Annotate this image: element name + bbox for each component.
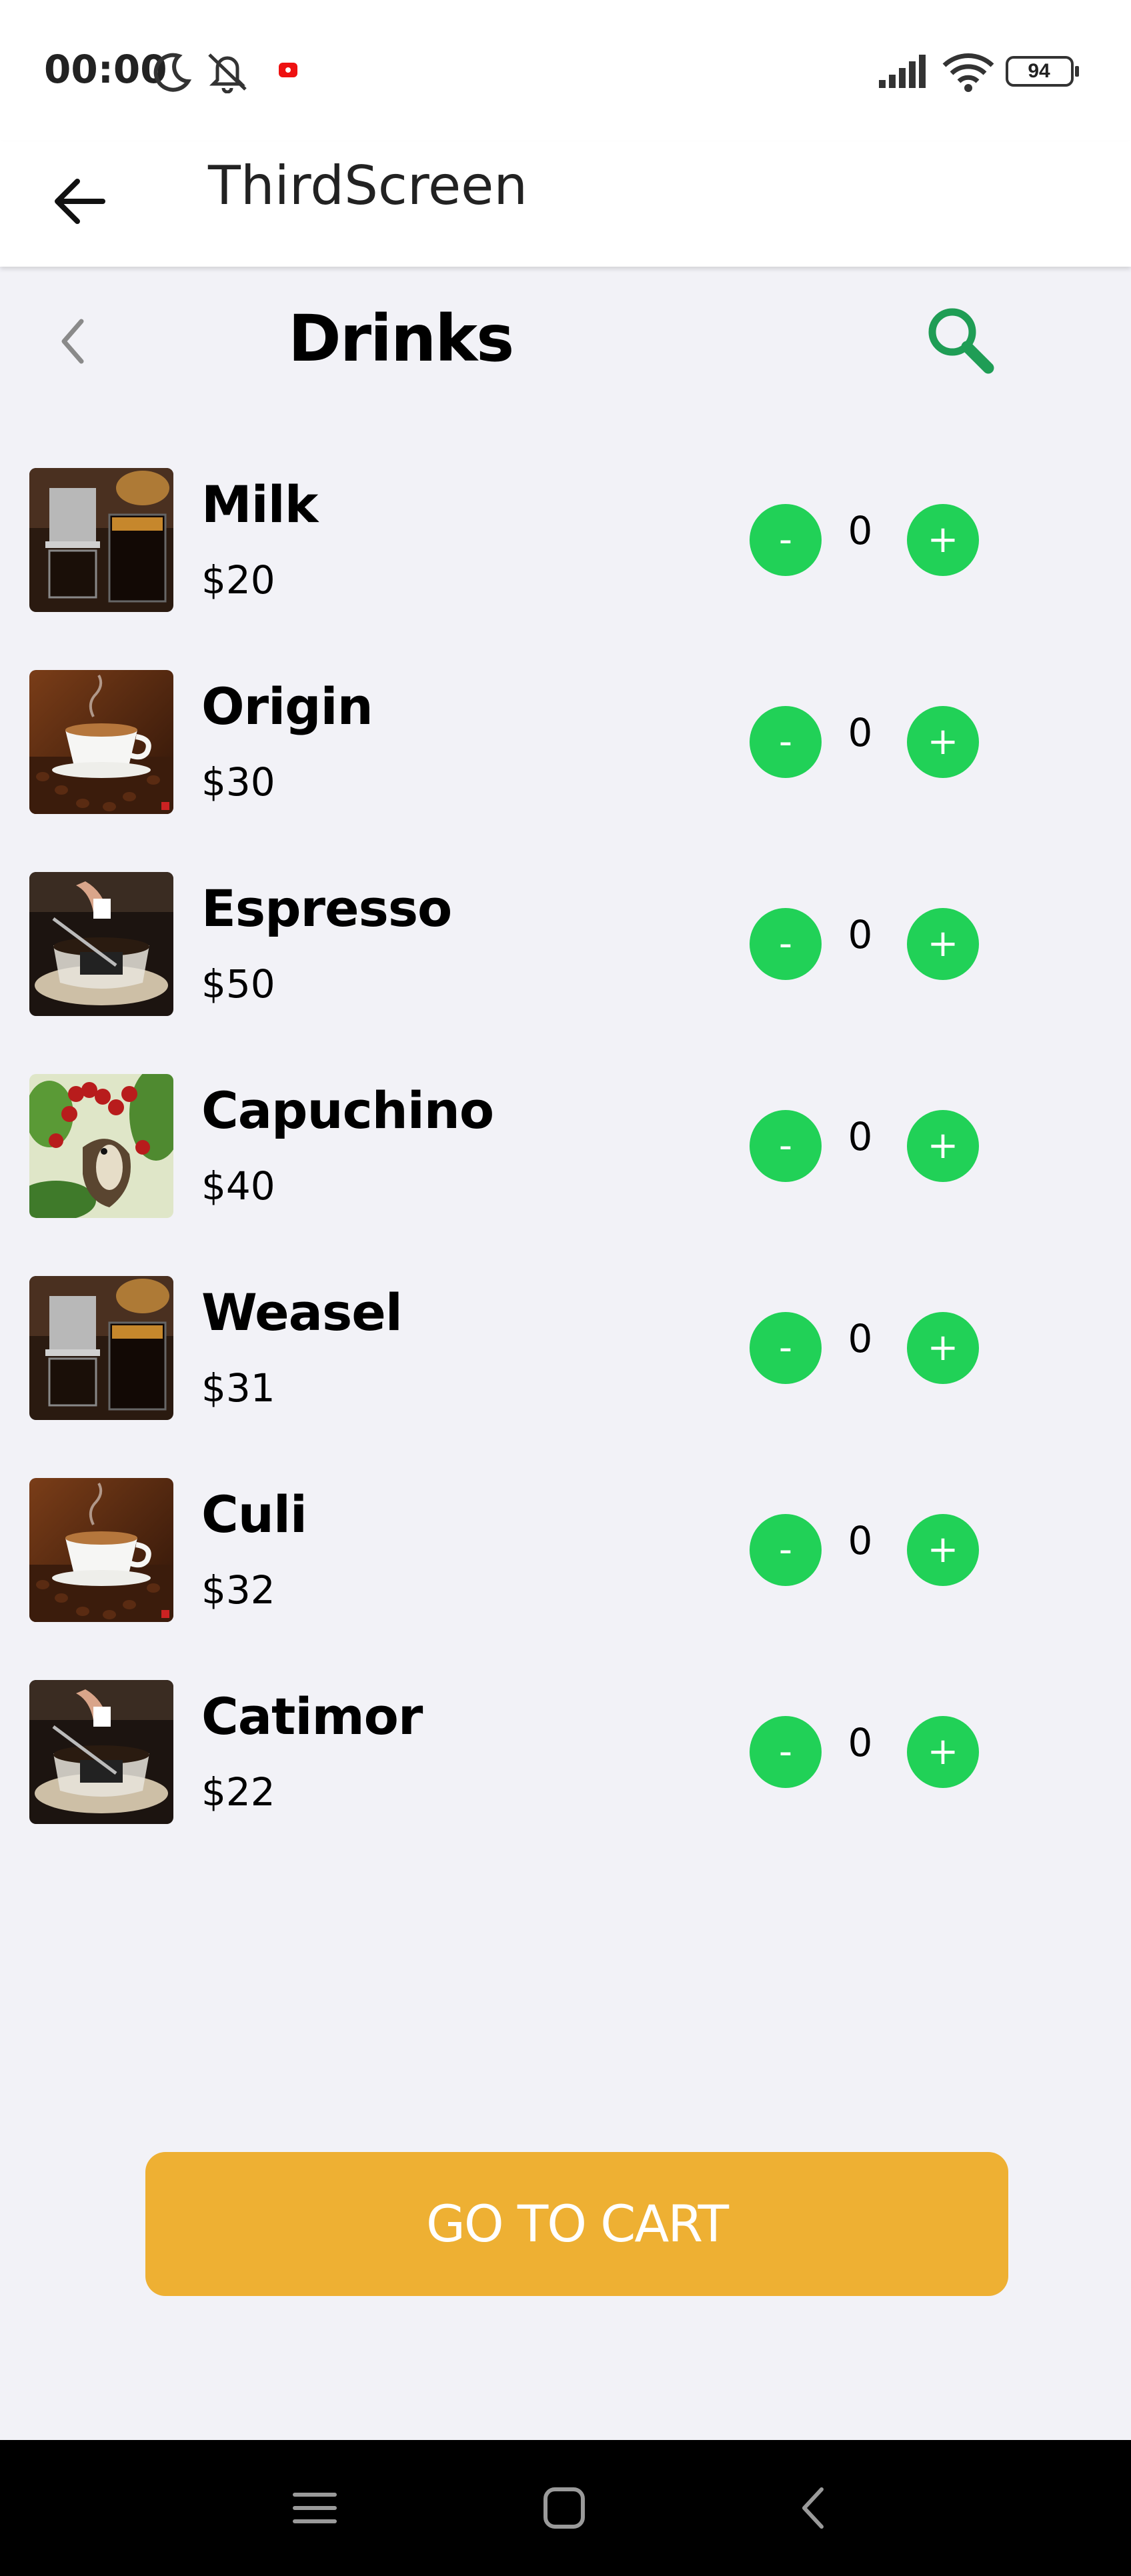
- decrease-quantity-button[interactable]: -: [750, 1514, 822, 1586]
- increase-quantity-button[interactable]: +: [907, 706, 979, 778]
- decrease-quantity-button[interactable]: -: [750, 706, 822, 778]
- product-price: $32: [201, 1567, 275, 1613]
- recording-dot-icon: [279, 63, 297, 77]
- product-price: $22: [201, 1769, 275, 1815]
- product-row-capuchino: Capuchino $40 - 0 +: [0, 1074, 1131, 1234]
- increase-quantity-button[interactable]: +: [907, 908, 979, 980]
- search-button[interactable]: [920, 300, 1000, 380]
- go-to-cart-button[interactable]: GO TO CART: [145, 2152, 1008, 2296]
- decrease-quantity-button[interactable]: -: [750, 504, 822, 576]
- system-back-button[interactable]: [788, 2481, 842, 2535]
- menu-button[interactable]: [288, 2481, 341, 2535]
- increase-quantity-button[interactable]: +: [907, 1716, 979, 1788]
- home-button[interactable]: [537, 2481, 591, 2535]
- product-image: [29, 1074, 173, 1218]
- product-name: Weasel: [201, 1283, 403, 1342]
- app-bar-title: ThirdScreen: [208, 155, 528, 217]
- product-price: $20: [201, 557, 275, 603]
- app-bar: [0, 141, 1131, 267]
- product-name: Catimor: [201, 1687, 423, 1746]
- product-name: Espresso: [201, 879, 452, 938]
- signal-icon: [879, 55, 926, 88]
- decrease-quantity-button[interactable]: -: [750, 1716, 822, 1788]
- search-icon: [928, 308, 994, 374]
- product-image: [29, 468, 173, 612]
- quantity-value: 0: [848, 710, 873, 755]
- product-price: $31: [201, 1365, 275, 1411]
- product-name: Origin: [201, 677, 373, 736]
- back-button[interactable]: [47, 168, 113, 235]
- product-image: [29, 1680, 173, 1824]
- product-row-milk: Milk $20 - 0 +: [0, 468, 1131, 628]
- quantity-value: 0: [848, 912, 873, 957]
- product-price: $50: [201, 961, 275, 1007]
- page-title: Drinks: [288, 301, 514, 376]
- header-back-button[interactable]: [47, 308, 100, 375]
- battery-level: 94: [1028, 60, 1050, 82]
- quantity-value: 0: [848, 508, 873, 553]
- status-bar: 00:00 94: [0, 0, 1131, 141]
- product-image: [29, 1478, 173, 1622]
- quantity-value: 0: [848, 1720, 873, 1765]
- notifications-off-icon: [208, 53, 247, 93]
- product-price: $30: [201, 759, 275, 805]
- home-square-icon: [543, 2487, 585, 2529]
- system-nav-bar: [0, 2440, 1131, 2576]
- decrease-quantity-button[interactable]: -: [750, 1312, 822, 1384]
- product-row-origin: Origin $30 - 0 +: [0, 670, 1131, 830]
- product-name: Culi: [201, 1485, 307, 1544]
- quantity-value: 0: [848, 1316, 873, 1361]
- product-image: [29, 1276, 173, 1420]
- product-name: Milk: [201, 475, 318, 534]
- back-chevron-icon: [802, 2487, 824, 2529]
- product-price: $40: [201, 1163, 275, 1209]
- wifi-icon: [942, 53, 994, 92]
- increase-quantity-button[interactable]: +: [907, 1110, 979, 1182]
- product-image: [29, 670, 173, 814]
- product-row-espresso: Espresso $50 - 0 +: [0, 872, 1131, 1032]
- product-name: Capuchino: [201, 1081, 494, 1140]
- decrease-quantity-button[interactable]: -: [750, 908, 822, 980]
- status-time: 00:00: [44, 47, 167, 92]
- product-image: [29, 872, 173, 1016]
- increase-quantity-button[interactable]: +: [907, 1312, 979, 1384]
- quantity-value: 0: [848, 1114, 873, 1159]
- product-row-catimor: Catimor $22 - 0 +: [0, 1680, 1131, 1840]
- battery-icon: 94: [1006, 56, 1080, 87]
- quantity-value: 0: [848, 1518, 873, 1563]
- menu-icon: [293, 2493, 337, 2523]
- increase-quantity-button[interactable]: +: [907, 504, 979, 576]
- increase-quantity-button[interactable]: +: [907, 1514, 979, 1586]
- chevron-left-icon: [61, 319, 84, 364]
- decrease-quantity-button[interactable]: -: [750, 1110, 822, 1182]
- moon-icon: [153, 53, 192, 92]
- arrow-left-icon: [55, 179, 105, 224]
- product-row-culi: Culi $32 - 0 +: [0, 1478, 1131, 1638]
- product-row-weasel: Weasel $31 - 0 +: [0, 1276, 1131, 1436]
